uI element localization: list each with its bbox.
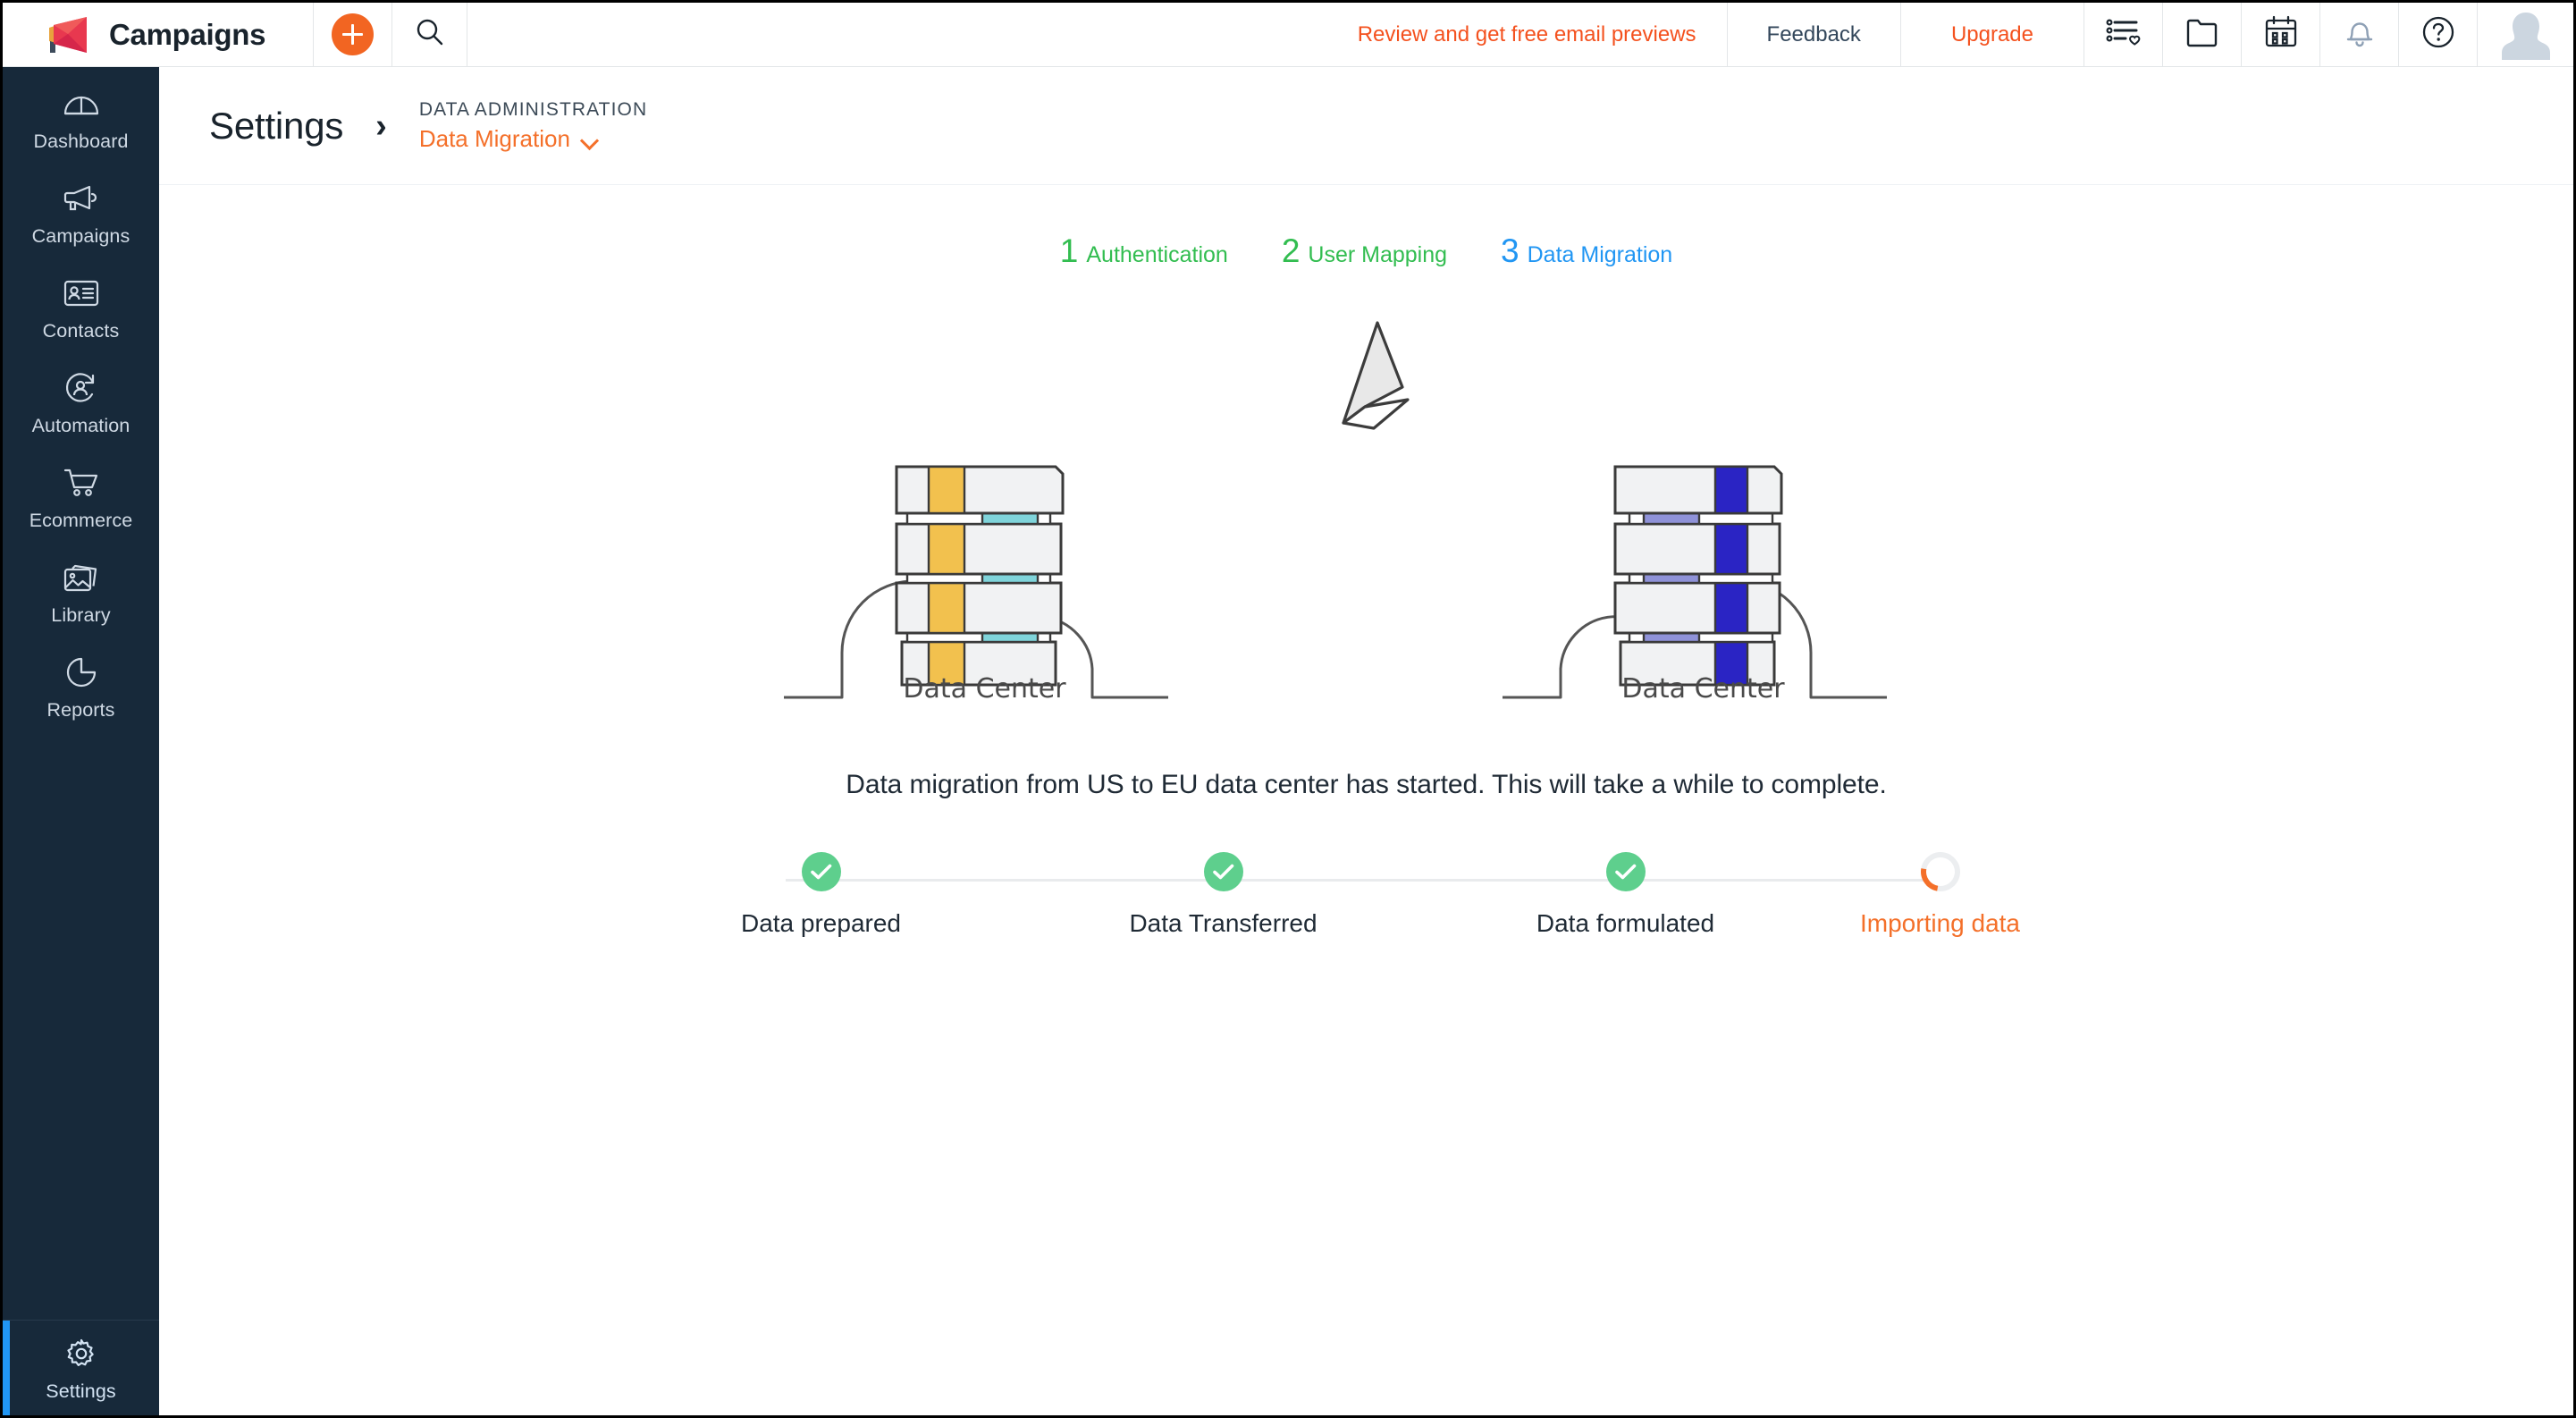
sidebar-item-contacts[interactable]: Contacts <box>3 260 159 355</box>
progress-step-label: Data prepared <box>740 909 901 937</box>
add-button-cell <box>314 3 392 66</box>
search-button[interactable] <box>392 3 467 66</box>
sidebar: Dashboard Campaigns Contacts Automation … <box>3 67 159 1415</box>
sidebar-item-label: Automation <box>31 415 130 436</box>
notifications-button[interactable] <box>2319 3 2398 66</box>
progress-step-label: Data Transferred <box>1129 909 1317 937</box>
spinner-icon <box>1912 844 1968 899</box>
sidebar-item-campaigns[interactable]: Campaigns <box>3 165 159 260</box>
sidebar-item-label: Contacts <box>42 320 120 342</box>
check-icon <box>801 852 841 891</box>
source-data-center-label: Data Center <box>903 673 1066 705</box>
wizard-step-label: User Mapping <box>1308 242 1448 267</box>
progress-step-label: Data formulated <box>1536 909 1715 937</box>
breadcrumb-section: DATA ADMINISTRATION <box>418 98 648 120</box>
wizard-step-label: Data Migration <box>1527 242 1673 267</box>
upgrade-link[interactable]: Upgrade <box>1899 3 2084 66</box>
breadcrumb-current-group: DATA ADMINISTRATION Data Migration <box>419 99 647 153</box>
gear-icon <box>62 1335 101 1372</box>
contact-card-icon <box>62 274 101 312</box>
automation-icon <box>62 369 101 407</box>
images-icon <box>62 559 101 596</box>
wizard-step-label: Authentication <box>1086 242 1228 267</box>
avatar[interactable] <box>2477 3 2573 66</box>
sidebar-item-label: Dashboard <box>33 131 129 152</box>
progress-step-importing-data: Importing data <box>1806 844 2075 938</box>
wizard-steps: 1 Authentication 2 User Mapping 3 Data M… <box>159 234 2573 267</box>
sidebar-item-ecommerce[interactable]: Ecommerce <box>3 450 159 544</box>
wizard-step-number: 1 <box>1059 232 1079 269</box>
review-previews-link[interactable]: Review and get free email previews <box>1327 3 1727 66</box>
progress-step-data-prepared: Data prepared <box>687 852 955 938</box>
progress-step-data-transferred: Data Transferred <box>1090 852 1358 938</box>
sidebar-item-settings[interactable]: Settings <box>3 1320 159 1415</box>
cart-icon <box>62 464 101 502</box>
search-icon <box>414 16 446 53</box>
breadcrumb-separator-icon: › <box>375 106 387 145</box>
main-content: 1 Authentication 2 User Mapping 3 Data M… <box>159 186 2573 1415</box>
brand[interactable]: Campaigns <box>3 3 314 66</box>
sidebar-item-label: Campaigns <box>31 225 130 247</box>
breadcrumb-current[interactable]: Data Migration <box>419 125 647 153</box>
target-data-center: Data Center <box>1494 429 1914 724</box>
sidebar-item-automation[interactable]: Automation <box>3 355 159 450</box>
check-icon <box>1605 852 1646 891</box>
top-bar: Campaigns Review and get free email prev… <box>3 3 2573 67</box>
pie-chart-icon <box>62 654 101 691</box>
check-icon <box>1203 852 1243 891</box>
status-message: Data migration from US to EU data center… <box>846 770 1887 799</box>
folder-button[interactable] <box>2162 3 2241 66</box>
sidebar-item-label: Settings <box>46 1380 116 1402</box>
app-window: Campaigns Review and get free email prev… <box>3 3 2573 1415</box>
progress-track: Data prepared Data Transferred Data form… <box>696 844 2037 977</box>
progress-step-label: Importing data <box>1860 909 2020 937</box>
calendar-icon <box>2264 15 2298 54</box>
target-data-center-label: Data Center <box>1621 673 1785 705</box>
sidebar-item-library[interactable]: Library <box>3 544 159 639</box>
list-heart-button[interactable] <box>2084 3 2162 66</box>
sidebar-item-reports[interactable]: Reports <box>3 639 159 734</box>
progress-step-data-formulated: Data formulated <box>1492 852 1760 938</box>
feedback-link[interactable]: Feedback <box>1726 3 1900 66</box>
help-icon <box>2420 14 2456 55</box>
folder-icon <box>2185 17 2219 52</box>
paper-plane-icon <box>1331 317 1413 438</box>
wizard-step-authentication[interactable]: 1 Authentication <box>1060 234 1228 267</box>
sidebar-item-label: Library <box>51 604 111 626</box>
sidebar-item-label: Ecommerce <box>29 510 133 531</box>
migration-illustration: Data Center Data Center <box>783 308 1939 729</box>
bell-icon <box>2344 15 2376 54</box>
brand-name: Campaigns <box>109 17 266 51</box>
source-data-center: Data Center <box>775 429 1195 724</box>
chevron-down-icon <box>581 134 598 144</box>
wizard-step-number: 3 <box>1501 232 1520 269</box>
megaphone-logo-icon <box>42 16 92 54</box>
plus-icon[interactable] <box>332 13 374 55</box>
breadcrumb: Settings › DATA ADMINISTRATION Data Migr… <box>159 67 2573 185</box>
breadcrumb-current-label: Data Migration <box>418 124 570 152</box>
wizard-step-user-mapping[interactable]: 2 User Mapping <box>1282 234 1447 267</box>
sidebar-item-dashboard[interactable]: Dashboard <box>3 67 159 165</box>
breadcrumb-root[interactable]: Settings <box>209 105 343 148</box>
wizard-step-data-migration[interactable]: 3 Data Migration <box>1501 234 1672 267</box>
wizard-step-number: 2 <box>1281 232 1301 269</box>
dashboard-icon <box>62 85 101 122</box>
user-avatar-icon <box>2498 4 2554 64</box>
list-heart-icon <box>2105 16 2142 53</box>
sidebar-item-label: Reports <box>46 699 115 721</box>
calendar-button[interactable] <box>2241 3 2319 66</box>
megaphone-icon <box>62 180 101 217</box>
help-button[interactable] <box>2398 3 2477 66</box>
